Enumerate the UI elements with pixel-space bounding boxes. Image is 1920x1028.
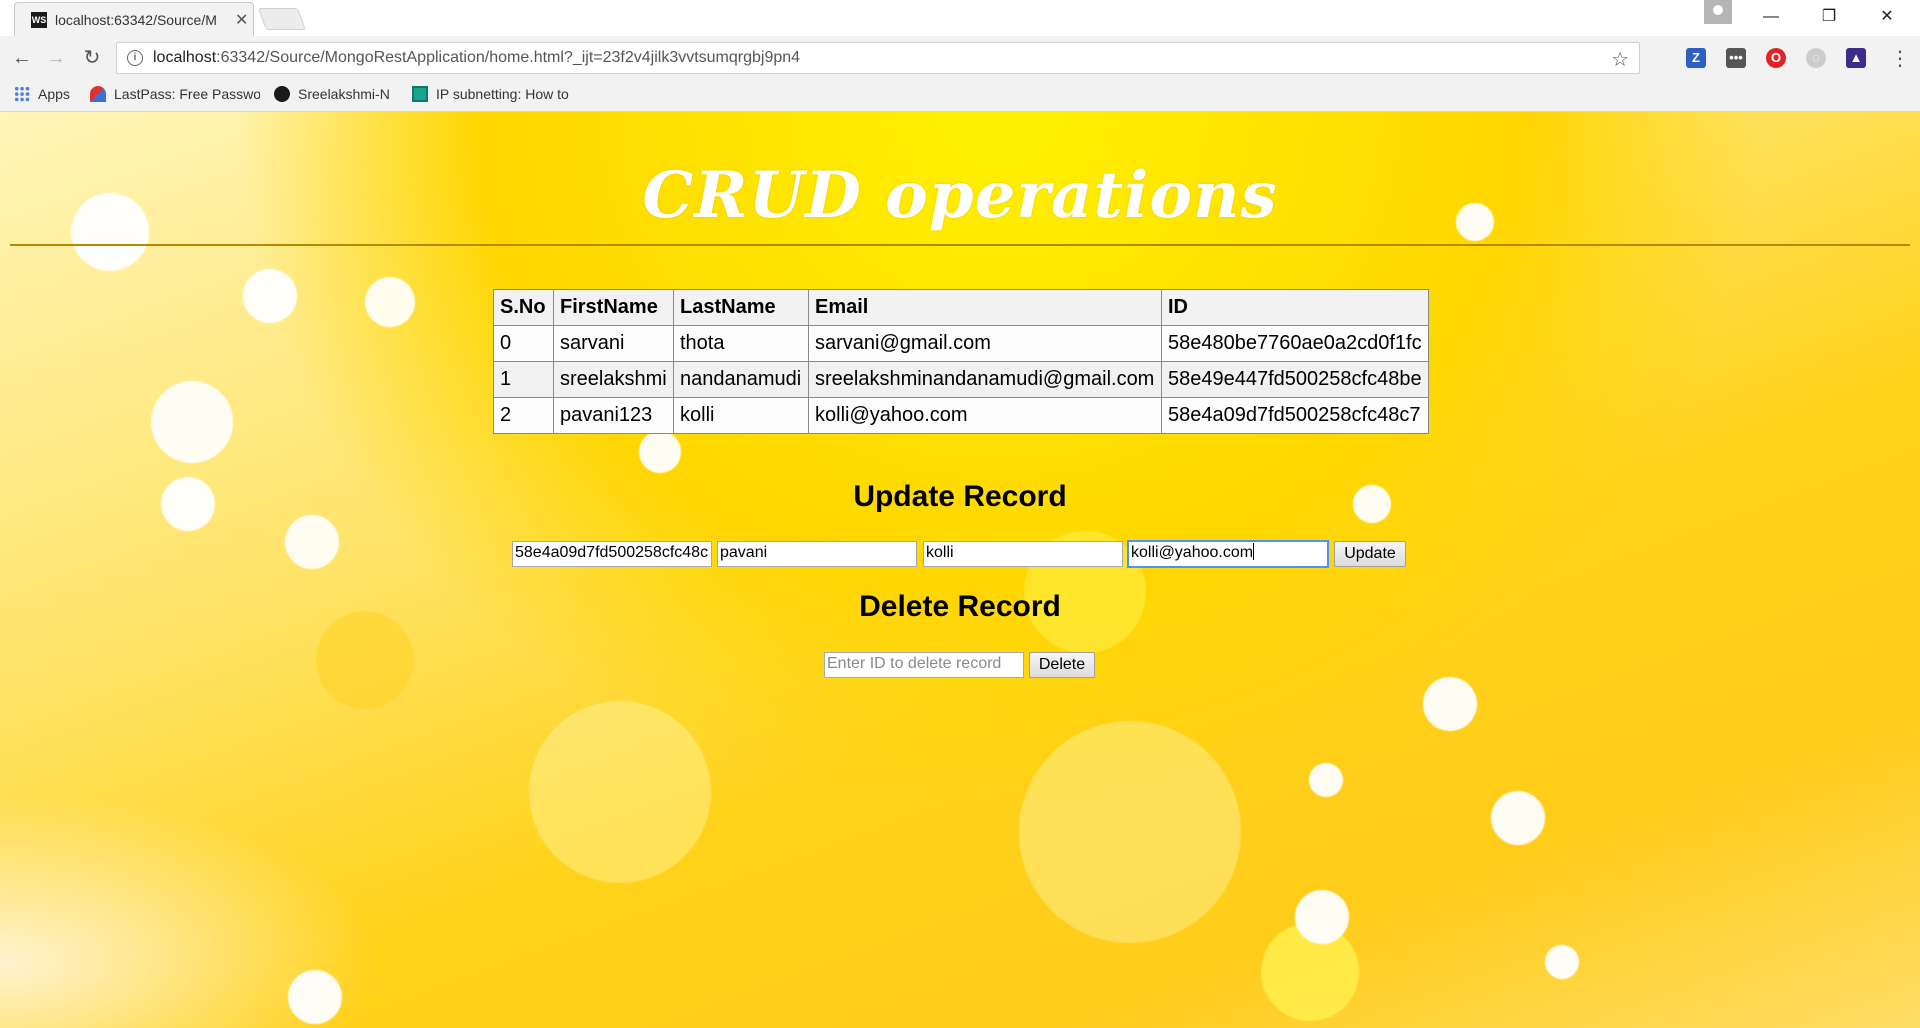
browser-toolbar: ← → ↻ i localhost:63342/Source/MongoRest… <box>0 36 1920 80</box>
lastpass-icon <box>90 86 106 102</box>
reload-icon[interactable]: ↻ <box>80 46 104 70</box>
close-window-icon[interactable]: ✕ <box>1864 4 1910 30</box>
header-email: Email <box>808 289 1162 326</box>
cell-lastname: kolli <box>673 397 809 434</box>
profile-avatar-icon[interactable] <box>1704 0 1732 24</box>
delete-id-input[interactable]: Enter ID to delete record <box>824 652 1024 678</box>
site-info-icon[interactable]: i <box>127 50 143 66</box>
bookmark-lastpass[interactable]: LastPass: Free Passwo <box>90 86 260 102</box>
restore-icon[interactable]: ❐ <box>1806 4 1852 30</box>
cell-firstname: sreelakshmi <box>553 361 674 398</box>
text-caret <box>1253 543 1255 560</box>
header-id: ID <box>1161 289 1429 326</box>
bookmark-github[interactable]: Sreelakshmi-N <box>274 86 390 102</box>
update-firstname-input[interactable]: pavani <box>717 541 917 567</box>
table-header-row: S.No FirstName LastName Email ID <box>493 289 1429 326</box>
cell-email: sreelakshminandanamudi@gmail.com <box>808 361 1162 398</box>
apps-grid-icon <box>14 86 30 102</box>
cell-firstname: sarvani <box>553 325 674 362</box>
header-firstname: FirstName <box>553 289 674 326</box>
tab-title: localhost:63342/Source/M <box>55 12 217 28</box>
opera-extension-icon[interactable]: O <box>1766 48 1786 68</box>
header-sno: S.No <box>493 289 554 326</box>
browser-menu-icon[interactable]: ⋮ <box>1890 46 1910 71</box>
cell-firstname: pavani123 <box>553 397 674 434</box>
records-table: S.No FirstName LastName Email ID 0 sarva… <box>493 289 1429 434</box>
url-text: localhost:63342/Source/MongoRestApplicat… <box>153 49 801 66</box>
cell-sno: 1 <box>493 361 554 398</box>
minimize-icon[interactable]: — <box>1748 4 1794 30</box>
github-icon <box>274 86 290 102</box>
update-id-input[interactable]: 58e4a09d7fd500258cfc48c <box>512 541 712 567</box>
cell-sno: 0 <box>493 325 554 362</box>
browser-tab-active[interactable]: WS localhost:63342/Source/M ✕ <box>14 2 254 36</box>
header-lastname: LastName <box>673 289 809 326</box>
delete-record-heading: Delete Record <box>859 590 1061 623</box>
page-viewport: CRUD operations S.No FirstName LastName … <box>0 112 1920 1028</box>
cell-id: 58e4a09d7fd500258cfc48c7 <box>1161 397 1429 434</box>
cell-sno: 2 <box>493 397 554 434</box>
z-extension-icon[interactable]: Z <box>1686 48 1706 68</box>
forward-icon[interactable]: → <box>44 46 68 70</box>
table-row: 1 sreelakshmi nandanamudi sreelakshminan… <box>493 361 1429 398</box>
cell-id: 58e480be7760ae0a2cd0f1fc <box>1161 325 1429 362</box>
update-button[interactable]: Update <box>1334 541 1406 567</box>
bookmark-star-icon[interactable]: ☆ <box>1611 47 1629 72</box>
tab-close-icon[interactable]: ✕ <box>235 10 248 30</box>
webstorm-favicon-icon: WS <box>31 12 47 28</box>
table-row: 0 sarvani thota sarvani@gmail.com 58e480… <box>493 325 1429 362</box>
tool-extension-icon[interactable]: ▲ <box>1846 48 1866 68</box>
cell-email: kolli@yahoo.com <box>808 397 1162 434</box>
cell-id: 58e49e447fd500258cfc48be <box>1161 361 1429 398</box>
update-lastname-input[interactable]: kolli <box>923 541 1123 567</box>
cell-lastname: thota <box>673 325 809 362</box>
circle-extension-icon[interactable]: ◌ <box>1806 48 1826 68</box>
update-email-input[interactable]: kolli@yahoo.com <box>1127 540 1329 568</box>
bookmark-page-icon <box>412 86 428 102</box>
new-tab-button[interactable] <box>257 8 307 30</box>
table-row: 2 pavani123 kolli kolli@yahoo.com 58e4a0… <box>493 397 1429 434</box>
dots-extension-icon[interactable]: ••• <box>1726 48 1746 68</box>
update-email-value: kolli@yahoo.com <box>1131 544 1254 561</box>
back-icon[interactable]: ← <box>10 46 34 70</box>
delete-button[interactable]: Delete <box>1029 652 1095 678</box>
title-divider <box>10 244 1910 246</box>
bookmark-apps[interactable]: Apps <box>14 86 70 102</box>
address-bar[interactable]: i localhost:63342/Source/MongoRestApplic… <box>116 42 1640 74</box>
cell-lastname: nandanamudi <box>673 361 809 398</box>
bookmark-ip-subnetting[interactable]: IP subnetting: How to <box>412 86 582 102</box>
cell-email: sarvani@gmail.com <box>808 325 1162 362</box>
browser-tab-strip: WS localhost:63342/Source/M ✕ — ❐ ✕ <box>0 0 1920 36</box>
bookmarks-bar: Apps LastPass: Free Passwo Sreelakshmi-N… <box>0 80 1920 112</box>
update-record-heading: Update Record <box>853 480 1067 513</box>
page-title: CRUD operations <box>642 158 1278 233</box>
